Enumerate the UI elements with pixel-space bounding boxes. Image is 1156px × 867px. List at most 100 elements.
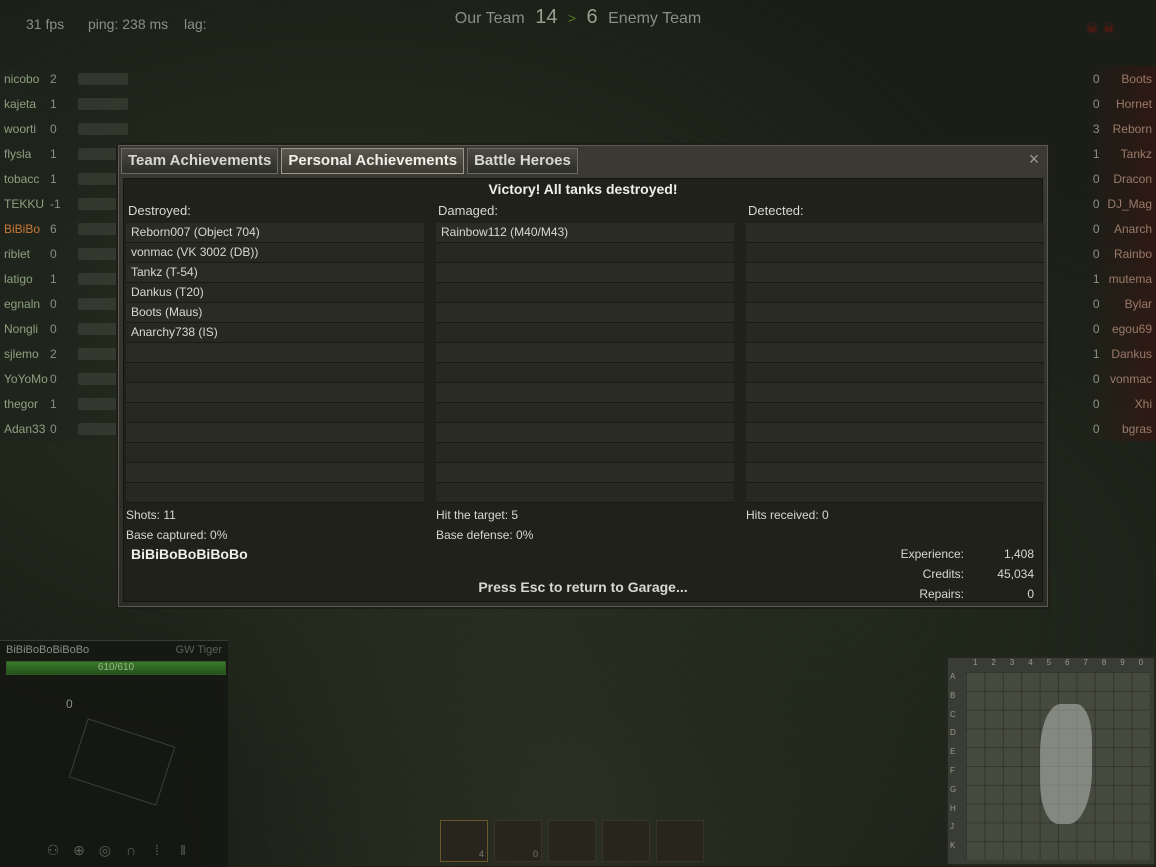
destroyed-row bbox=[126, 463, 424, 483]
destroyed-list: Reborn007 (Object 704) vonmac (VK 3002 (D… bbox=[126, 223, 424, 503]
player-frags: 0 bbox=[1092, 171, 1100, 186]
roster-row[interactable]: 0 Bylar bbox=[1086, 291, 1156, 316]
minimap-row-labels: ABCDEFGHJK bbox=[950, 672, 956, 860]
player-name: Tankz bbox=[1120, 146, 1152, 161]
damaged-row bbox=[436, 303, 734, 323]
ammo-slot[interactable] bbox=[602, 820, 650, 862]
damaged-row bbox=[436, 403, 734, 423]
roster-row[interactable]: 0 Dracon bbox=[1086, 166, 1156, 191]
player-name: kajeta bbox=[4, 96, 37, 111]
roster-row[interactable]: 1 mutema bbox=[1086, 266, 1156, 291]
destroyed-row: Tankz (T-54) bbox=[126, 263, 424, 283]
minimap-column-labels: 1 2 3 4 5 6 7 8 9 0 bbox=[966, 658, 1150, 667]
destroyed-row bbox=[126, 343, 424, 363]
destroyed-title: Destroyed: bbox=[128, 203, 191, 218]
player-name: thegor bbox=[4, 396, 39, 411]
destroyed-row: Reborn007 (Object 704) bbox=[126, 223, 424, 243]
damage-indicator-icon: ☠ ☠ bbox=[1086, 20, 1115, 36]
crew-modules-bar: ⚇ ⊕ ◎ ∩ ⁞ ‖ bbox=[44, 841, 192, 859]
player-name: vonmac bbox=[1109, 371, 1152, 386]
ammo-slot[interactable] bbox=[548, 820, 596, 862]
enemy-team-score: 6 bbox=[586, 6, 598, 28]
roster-row[interactable]: 0 vonmac bbox=[1086, 366, 1156, 391]
player-frags: 0 bbox=[50, 321, 57, 336]
damaged-title: Damaged: bbox=[438, 203, 498, 218]
player-name: latigo bbox=[4, 271, 33, 286]
player-name: sjlemo bbox=[4, 346, 39, 361]
ammo-slot[interactable]: 4 bbox=[440, 820, 488, 862]
tab-team-achievements[interactable]: Team Achievements bbox=[121, 148, 279, 174]
player-name: woorti bbox=[4, 121, 37, 136]
destroyed-row bbox=[126, 363, 424, 383]
roster-row[interactable]: woorti 0 bbox=[0, 116, 150, 141]
tab-battle-heroes[interactable]: Battle Heroes bbox=[467, 148, 578, 174]
player-name: Rainbo bbox=[1113, 246, 1152, 261]
player-name: Dracon bbox=[1113, 171, 1152, 186]
player-frags: 0 bbox=[50, 121, 57, 136]
detected-column: Detected: bbox=[746, 203, 1044, 503]
enemy-team-roster: 0 Boots 0 Hornet 3 Reborn 1 Tankz 0 Dracon 0 DJ_Mag… bbox=[1086, 66, 1156, 441]
detected-title: Detected: bbox=[748, 203, 804, 218]
ammo-slot[interactable] bbox=[656, 820, 704, 862]
experience-value: 1,408 bbox=[1003, 547, 1034, 561]
player-name: YoYoMo bbox=[4, 371, 48, 386]
hits-received-stat: Hits received: 0 bbox=[746, 508, 829, 522]
roster-row[interactable]: 3 Reborn bbox=[1086, 116, 1156, 141]
roster-row[interactable]: 0 bgras bbox=[1086, 416, 1156, 441]
tab-personal-achievements[interactable]: Personal Achievements bbox=[281, 148, 465, 174]
minimap-col-label: 5 bbox=[1046, 658, 1052, 667]
tank-icon bbox=[78, 97, 128, 110]
roster-row[interactable]: 0 Anarch bbox=[1086, 216, 1156, 241]
minimap[interactable]: 1 2 3 4 5 6 7 8 9 0 ABCDEFGHJK bbox=[946, 656, 1156, 866]
binoculars-icon: ⚇ bbox=[46, 842, 60, 858]
results-tabs: Team Achievements Personal Achievements … bbox=[121, 148, 578, 174]
player-frags: 2 bbox=[50, 71, 57, 86]
roster-row[interactable]: 0 DJ_Mag bbox=[1086, 191, 1156, 216]
player-frags: 1 bbox=[50, 96, 57, 111]
hud-ammo-count: 0 bbox=[66, 697, 73, 711]
damaged-column: Damaged: Rainbow112 (M40/M43) bbox=[436, 203, 734, 503]
detected-row bbox=[746, 483, 1044, 503]
player-name: tobacc bbox=[4, 171, 40, 186]
minimap-row-label: K bbox=[950, 841, 956, 851]
roster-row[interactable]: nicobo 2 bbox=[0, 66, 150, 91]
destroyed-row bbox=[126, 443, 424, 463]
minimap-col-label: 8 bbox=[1101, 658, 1107, 667]
player-name: Reborn bbox=[1112, 121, 1152, 136]
roster-row[interactable]: 0 egou69 bbox=[1086, 316, 1156, 341]
battle-results-dialog: Team Achievements Personal Achievements … bbox=[118, 145, 1048, 607]
roster-row[interactable]: 0 Rainbo bbox=[1086, 241, 1156, 266]
player-name: Boots bbox=[1121, 71, 1152, 86]
hits-stat: Hit the target: 5 bbox=[436, 508, 519, 522]
roster-row[interactable]: 0 Boots bbox=[1086, 66, 1156, 91]
roster-row[interactable]: 1 Tankz bbox=[1086, 141, 1156, 166]
detected-row bbox=[746, 343, 1044, 363]
player-frags: 0 bbox=[1092, 396, 1100, 411]
battle-result-headline: Victory! All tanks destroyed! bbox=[488, 181, 678, 197]
radio-icon: ∩ bbox=[125, 842, 137, 858]
enemy-team-label: Enemy Team bbox=[608, 10, 702, 27]
tank-damage-diagram bbox=[68, 718, 176, 806]
ammo-slot[interactable]: 0 bbox=[494, 820, 542, 862]
team-score: Our Team 14 > 6 Enemy Team bbox=[0, 6, 1156, 29]
roster-row[interactable]: 0 Hornet bbox=[1086, 91, 1156, 116]
player-name: TEKKU bbox=[4, 196, 45, 211]
experience-label: Experience: bbox=[900, 547, 964, 561]
experience-row: Experience: 1,408 bbox=[854, 544, 1034, 564]
player-name: mutema bbox=[1108, 271, 1152, 286]
close-icon[interactable]: × bbox=[1025, 150, 1043, 168]
detected-row bbox=[746, 303, 1044, 323]
detected-row bbox=[746, 383, 1044, 403]
roster-row[interactable]: kajeta 1 bbox=[0, 91, 150, 116]
detected-row bbox=[746, 423, 1044, 443]
roster-row[interactable]: 1 Dankus bbox=[1086, 341, 1156, 366]
minimap-row-label: A bbox=[950, 672, 956, 681]
destroyed-row bbox=[126, 483, 424, 503]
roster-row[interactable]: 0 Xhi bbox=[1086, 391, 1156, 416]
minimap-col-label: 2 bbox=[991, 658, 996, 667]
player-name: Bylar bbox=[1124, 296, 1152, 311]
player-name: Dankus bbox=[1111, 346, 1152, 361]
ammo-slot-count: 4 bbox=[478, 849, 484, 859]
crew-icon: ‖ bbox=[180, 842, 186, 858]
destroyed-row bbox=[126, 403, 424, 423]
